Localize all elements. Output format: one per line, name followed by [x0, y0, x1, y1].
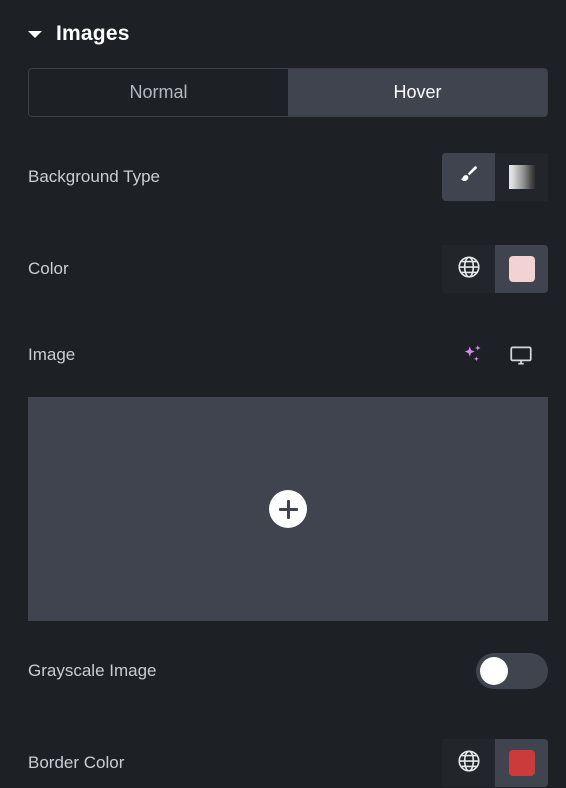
page-title: Images — [56, 22, 130, 45]
border-color-swatch-button[interactable] — [495, 739, 548, 787]
row-background-type: Background Type — [0, 153, 566, 201]
color-global-button[interactable] — [442, 245, 495, 293]
label-grayscale-image: Grayscale Image — [28, 661, 157, 680]
background-type-gradient-button[interactable] — [495, 153, 548, 201]
label-color: Color — [28, 259, 69, 278]
background-type-control — [442, 153, 548, 201]
sparkles-ai-icon[interactable] — [460, 342, 486, 368]
globe-icon — [456, 748, 482, 779]
color-swatch-button[interactable] — [495, 245, 548, 293]
grayscale-image-toggle[interactable] — [476, 653, 548, 689]
state-tabs-wrapper: Normal Hover — [0, 68, 566, 117]
paintbrush-icon — [457, 163, 481, 192]
color-control — [442, 245, 548, 293]
section-header-images[interactable]: Images — [0, 0, 566, 68]
image-dropzone-wrapper — [0, 397, 566, 621]
border-color-global-button[interactable] — [442, 739, 495, 787]
state-tabs: Normal Hover — [28, 68, 548, 117]
background-type-classic-button[interactable] — [442, 153, 495, 201]
plus-circle-icon[interactable] — [269, 490, 307, 528]
images-settings-panel: Images Normal Hover Background Type Colo… — [0, 0, 566, 788]
row-grayscale-image: Grayscale Image — [0, 651, 566, 691]
caret-down-icon[interactable] — [28, 30, 42, 38]
label-image: Image — [28, 345, 76, 364]
border-color-swatch — [508, 750, 535, 776]
row-border-color: Border Color — [0, 739, 566, 787]
gradient-icon — [508, 165, 535, 189]
background-type-segmented — [442, 153, 548, 201]
tab-normal[interactable]: Normal — [29, 69, 288, 116]
image-control-icons — [460, 342, 548, 368]
color-segmented — [442, 245, 548, 293]
row-color: Color — [0, 245, 566, 293]
tab-hover[interactable]: Hover — [288, 69, 547, 116]
monitor-desktop-icon[interactable] — [508, 342, 534, 368]
grayscale-control — [476, 653, 548, 689]
image-dropzone[interactable] — [28, 397, 548, 621]
label-border-color: Border Color — [28, 753, 125, 772]
border-color-control — [442, 739, 548, 787]
toggle-knob — [480, 657, 508, 685]
globe-icon — [456, 254, 482, 285]
color-swatch — [508, 256, 535, 282]
border-color-segmented — [442, 739, 548, 787]
label-background-type: Background Type — [28, 167, 160, 186]
row-image: Image — [0, 335, 566, 375]
